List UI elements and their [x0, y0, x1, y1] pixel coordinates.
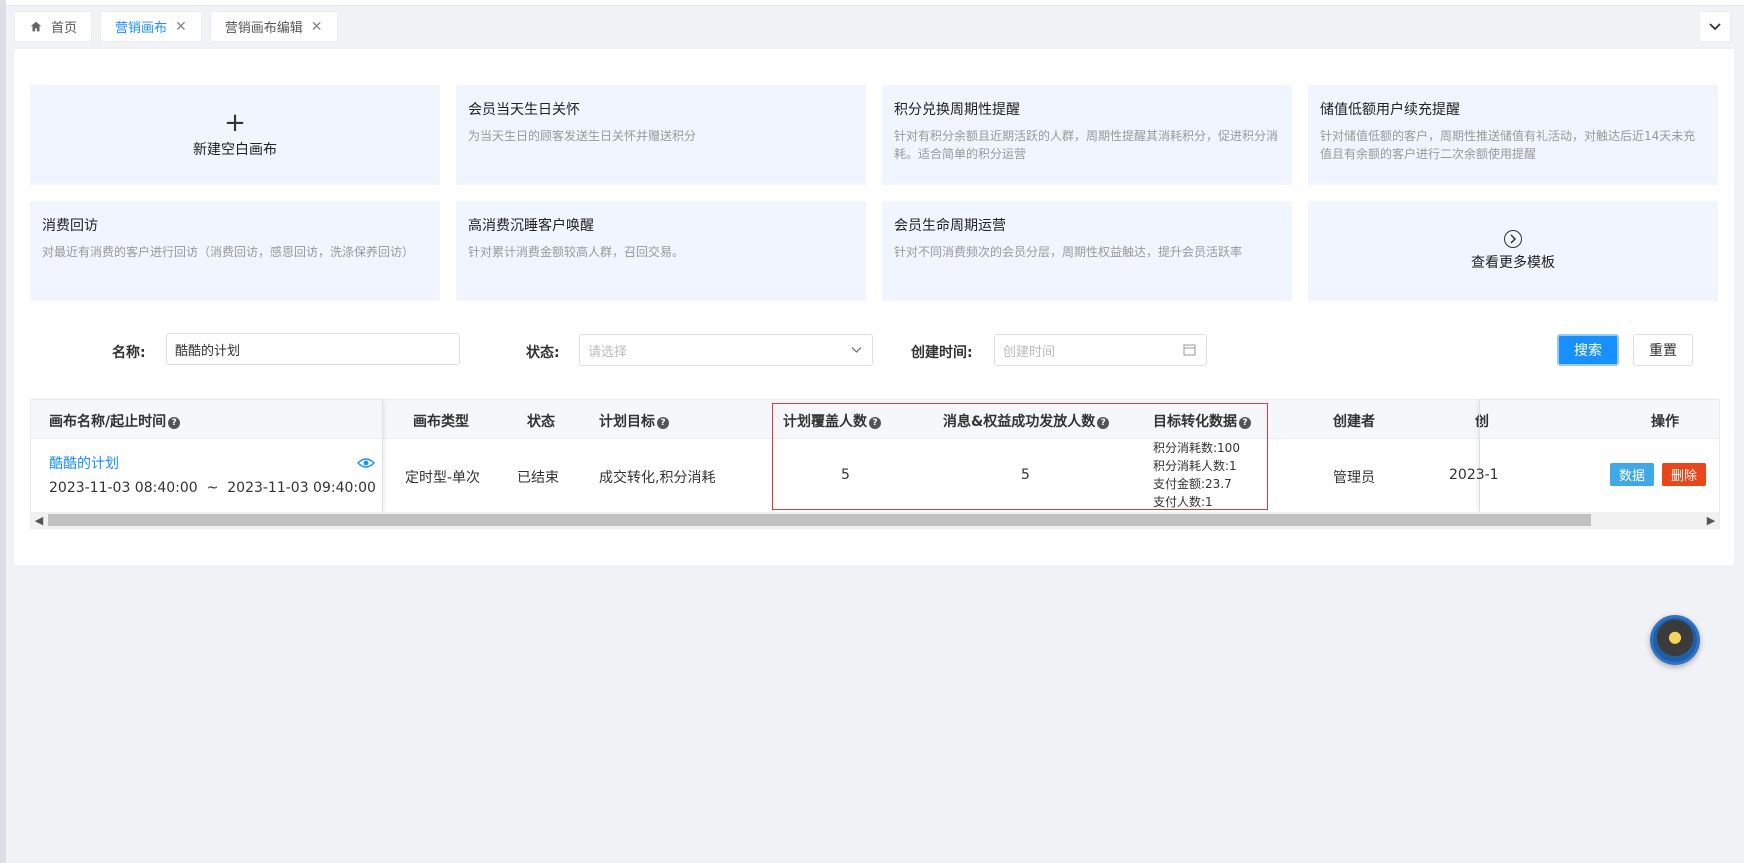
header-type: 画布类型: [413, 414, 469, 430]
template-card-lifecycle[interactable]: 会员生命周期运营 针对不同消费频次的会员分层，周期性权益触达，提升会员活跃率: [882, 201, 1292, 301]
eye-icon[interactable]: [357, 457, 375, 469]
template-title: 储值低额用户续充提醒: [1320, 102, 1460, 118]
chevron-down-icon: [851, 343, 862, 358]
close-icon[interactable]: ✕: [311, 20, 323, 34]
tab-marketing-canvas-edit[interactable]: 营销画布编辑 ✕: [209, 11, 338, 42]
fixed-right-column: [1479, 400, 1719, 512]
horizontal-scrollbar[interactable]: ◀ ▶: [31, 512, 1719, 528]
circle-arrow-right-icon: [1504, 230, 1522, 248]
chevron-down-icon: [1709, 22, 1721, 30]
tab-home-label: 首页: [51, 21, 78, 36]
left-edge-divider: [0, 0, 6, 863]
template-desc: 针对有积分余额且近期活跃的人群，周期性提醒其消耗积分，促进积分消耗。适合简单的积…: [894, 129, 1279, 161]
header-goal: 计划目标?: [599, 411, 669, 431]
created-time: 2023-1: [1449, 467, 1499, 483]
scroll-right-icon[interactable]: ▶: [1703, 512, 1719, 528]
name-filter-value: 酷酷的计划: [175, 343, 241, 359]
creator: 管理员: [1333, 470, 1375, 486]
template-desc: 针对累计消费金额较高人群，召回交易。: [468, 245, 685, 259]
template-card-consumption-revisit[interactable]: 消费回访 对最近有消费的客户进行回访（消费回访，感恩回访，洗涤保养回访）: [30, 201, 440, 301]
template-title: 会员生命周期运营: [894, 218, 1006, 234]
plan-goal: 成交转化,积分消耗: [599, 470, 716, 486]
template-card-recharge-reminder[interactable]: 储值低额用户续充提醒 针对储值低额的客户，周期性推送储值有礼活动，对触达后近14…: [1308, 85, 1718, 185]
top-bar: [6, 0, 1744, 6]
scroll-left-icon[interactable]: ◀: [31, 512, 47, 528]
template-card-birthday[interactable]: 会员当天生日关怀 为当天生日的顾客发送生日关怀并赠送积分: [456, 85, 866, 185]
tab-marketing-canvas-label: 营销画布: [115, 21, 168, 36]
view-more-templates-label: 查看更多模板: [1471, 255, 1555, 271]
status-filter-label: 状态:: [526, 345, 560, 361]
reset-button[interactable]: 重置: [1633, 334, 1693, 366]
close-icon[interactable]: ✕: [175, 20, 187, 34]
highlight-box: [772, 403, 1268, 510]
plan-name-link[interactable]: 酷酷的计划: [49, 453, 119, 473]
created-time-picker[interactable]: 创建时间: [994, 334, 1207, 366]
home-icon: [30, 21, 42, 31]
template-title: 会员当天生日关怀: [468, 102, 580, 118]
template-title: 积分兑换周期性提醒: [894, 102, 1020, 118]
tab-home[interactable]: 首页: [14, 11, 93, 42]
name-filter-label: 名称:: [112, 345, 146, 361]
header-creator: 创建者: [1333, 414, 1375, 430]
delete-button[interactable]: 删除: [1662, 463, 1706, 486]
search-button[interactable]: 搜索: [1557, 334, 1619, 366]
help-icon[interactable]: ?: [657, 417, 669, 429]
template-card-points-reminder[interactable]: 积分兑换周期性提醒 针对有积分余额且近期活跃的人群，周期性提醒其消耗积分，促进积…: [882, 85, 1292, 185]
tabs-dropdown-button[interactable]: [1699, 11, 1731, 42]
tab-marketing-canvas[interactable]: 营销画布 ✕: [100, 11, 202, 42]
calendar-icon: [1183, 343, 1196, 360]
canvas-type: 定时型-单次: [405, 470, 481, 486]
view-more-templates-card[interactable]: 查看更多模板: [1308, 201, 1718, 301]
tab-marketing-canvas-edit-label: 营销画布编辑: [224, 21, 303, 36]
template-desc: 为当天生日的顾客发送生日关怀并赠送积分: [468, 129, 697, 143]
created-time-filter-label: 创建时间:: [911, 345, 973, 361]
template-desc: 针对不同消费频次的会员分层，周期性权益触达，提升会员活跃率: [894, 245, 1243, 259]
header-status: 状态: [527, 414, 555, 430]
scroll-thumb[interactable]: [48, 514, 1591, 526]
status-select-placeholder: 请选择: [588, 344, 628, 360]
created-time-placeholder: 创建时间: [1003, 344, 1056, 360]
tab-bar: 首页 营销画布 ✕ 营销画布编辑 ✕: [14, 11, 338, 43]
main-panel: + 新建空白画布 会员当天生日关怀 为当天生日的顾客发送生日关怀并赠送积分 积分…: [14, 49, 1734, 565]
new-blank-canvas-card[interactable]: + 新建空白画布: [30, 85, 440, 185]
plan-status: 已结束: [517, 470, 559, 486]
template-title: 消费回访: [42, 218, 98, 234]
template-desc: 针对储值低额的客户，周期性推送储值有礼活动，对触达后近14天未充值且有余额的客户…: [1320, 129, 1696, 161]
data-button[interactable]: 数据: [1610, 463, 1654, 486]
assistant-avatar[interactable]: [1650, 615, 1700, 665]
canvas-table: 画布名称/起止时间? 画布类型 状态 计划目标? 计划覆盖人数? 消息&权益成功…: [30, 399, 1720, 529]
plus-icon: +: [224, 108, 246, 138]
new-blank-canvas-label: 新建空白画布: [193, 142, 277, 158]
template-card-sleeping-customers[interactable]: 高消费沉睡客户唤醒 针对累计消费金额较高人群，召回交易。: [456, 201, 866, 301]
template-desc: 对最近有消费的客户进行回访（消费回访，感恩回访，洗涤保养回访）: [42, 245, 415, 259]
name-filter-input[interactable]: 酷酷的计划: [166, 333, 460, 365]
template-title: 高消费沉睡客户唤醒: [468, 218, 594, 234]
plan-time-range: 2023-11-03 08:40:00 ~ 2023-11-03 09:40:0…: [49, 480, 376, 496]
status-select[interactable]: 请选择: [579, 334, 873, 366]
